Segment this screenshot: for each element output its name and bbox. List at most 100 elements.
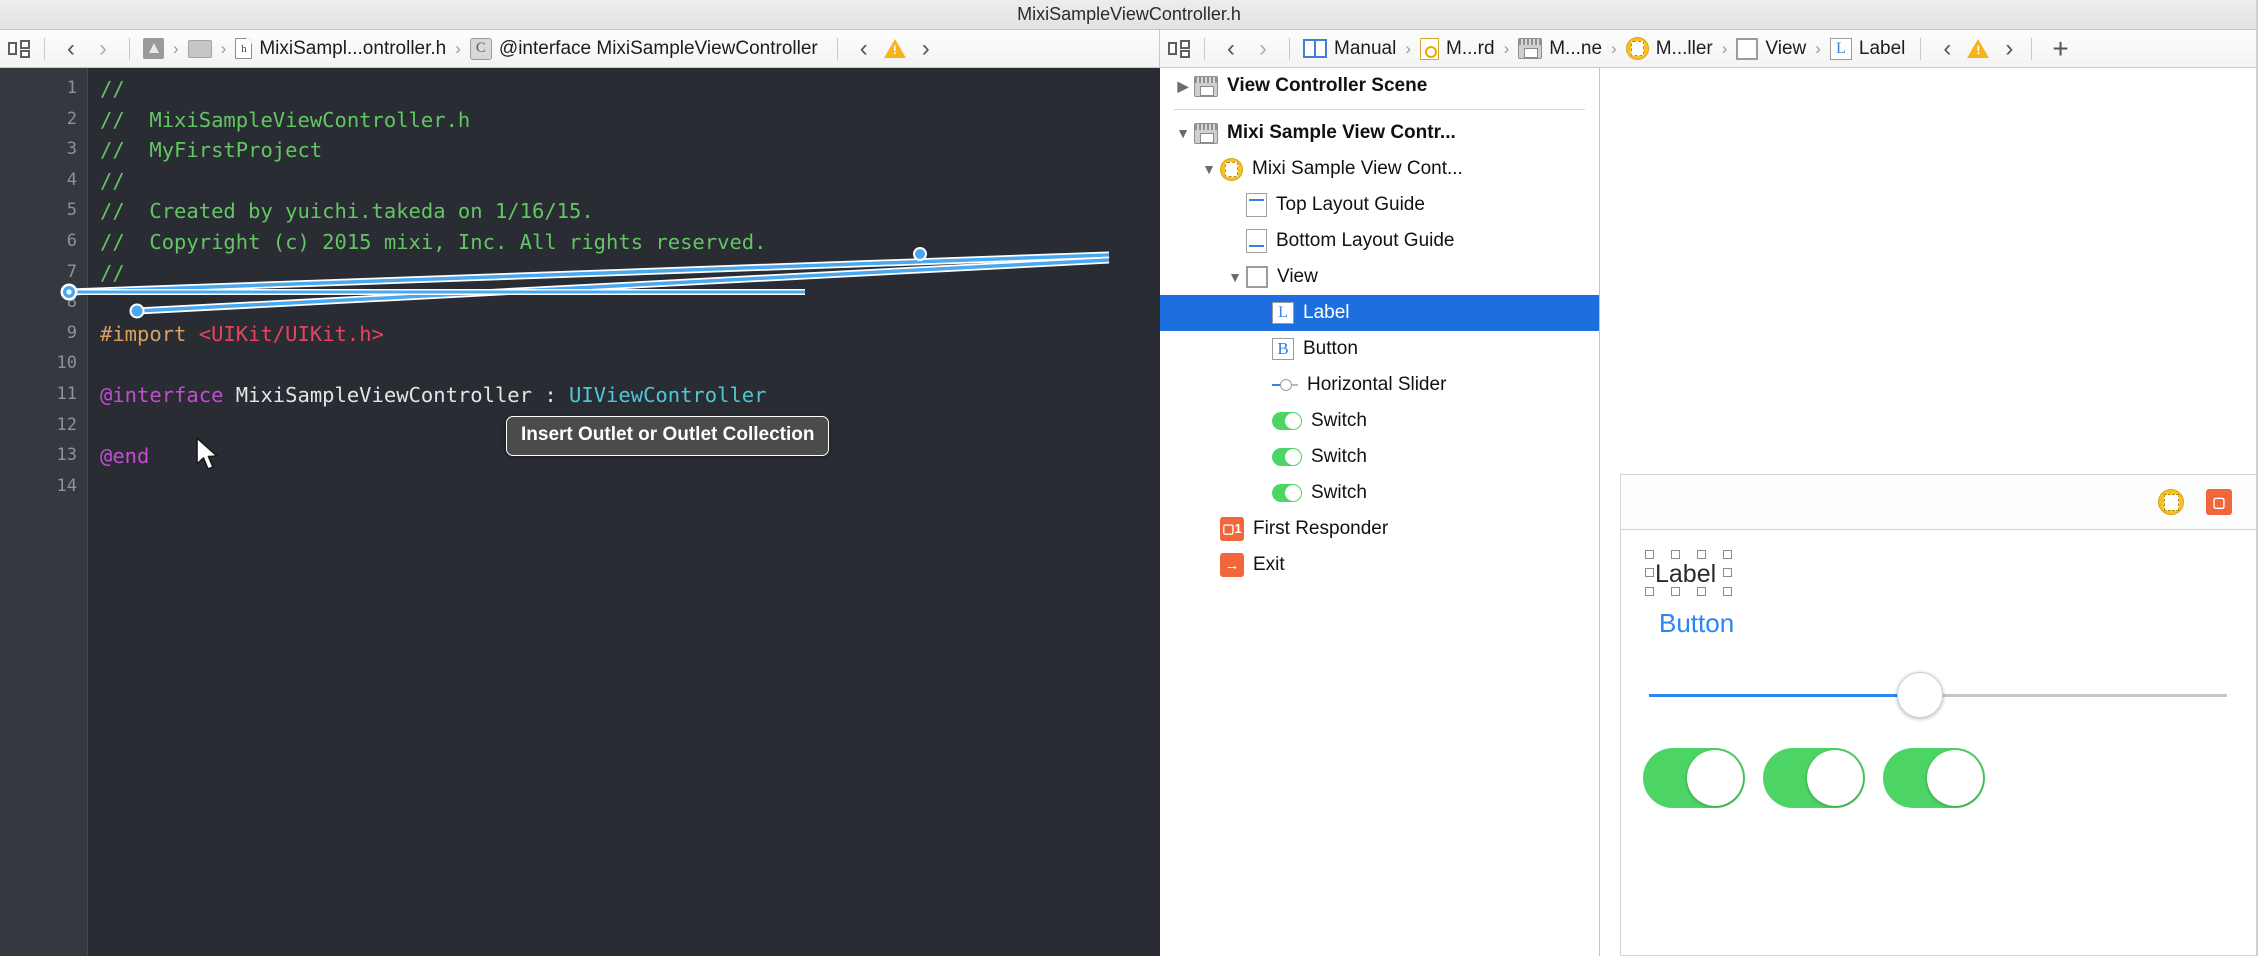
switch-icon <box>1272 484 1302 502</box>
code-line[interactable]: // MyFirstProject <box>88 135 1160 166</box>
disclosure-triangle-open-icon[interactable]: ▼ <box>1198 161 1220 177</box>
line-number: 9 <box>66 322 77 343</box>
code-line[interactable]: // Created by yuichi.takeda on 1/16/15. <box>88 196 1160 227</box>
code-line[interactable] <box>88 288 1160 319</box>
outline-item-label: Horizontal Slider <box>1307 374 1447 395</box>
outline-item-view[interactable]: ▼ View <box>1160 259 1599 295</box>
outline-item-view-controller-scene[interactable]: ▶ View Controller Scene <box>1160 68 1599 104</box>
related-items-icon[interactable] <box>1164 35 1194 63</box>
assistant-editor-icon[interactable] <box>4 35 34 63</box>
line-number: 7 <box>66 261 77 282</box>
forward-button[interactable]: › <box>1247 35 1279 63</box>
code-token: // MyFirstProject <box>100 138 323 163</box>
outline-item-mixi-sample-view-cont[interactable]: ▼ Mixi Sample View Cont... <box>1160 151 1599 187</box>
view-controller-icon[interactable] <box>2158 489 2184 515</box>
canvas-horizontal-slider[interactable] <box>1649 672 2227 718</box>
canvas-button[interactable]: Button <box>1659 608 1734 639</box>
previous-issue-button[interactable]: ‹ <box>1931 35 1963 63</box>
line-number: 14 <box>56 475 77 496</box>
slider-icon <box>1272 377 1298 393</box>
scene-icon <box>1194 75 1218 97</box>
outline-item-first-responder[interactable]: ▢1 First Responder <box>1160 511 1599 547</box>
line-number: 13 <box>56 445 77 466</box>
outline-item-label: View <box>1277 266 1318 287</box>
breadcrumb-scene[interactable]: M...ne <box>1515 36 1605 62</box>
outline-item-horizontal-slider[interactable]: Horizontal Slider <box>1160 367 1599 403</box>
line-number-gutter[interactable]: 1 2 3 4 5 6 7 8 9 10 11 12 13 14 <box>0 68 88 956</box>
outline-item-switch[interactable]: Switch <box>1160 403 1599 439</box>
breadcrumb-view-controller[interactable]: M...ller <box>1623 35 1716 62</box>
line-number: 6 <box>66 231 77 251</box>
code-line[interactable] <box>88 349 1160 380</box>
code-token: UIViewController <box>569 382 767 407</box>
outline-item-button[interactable]: B Button <box>1160 331 1599 367</box>
outline-item-switch[interactable]: Switch <box>1160 439 1599 475</box>
outline-item-label: View Controller Scene <box>1227 75 1428 96</box>
disclosure-triangle-closed-icon[interactable]: ▶ <box>1172 78 1194 95</box>
back-button[interactable]: ‹ <box>55 35 87 63</box>
breadcrumb-file[interactable]: h MixiSampl...ontroller.h <box>232 36 449 62</box>
outline-item-bottom-layout-guide[interactable]: Bottom Layout Guide <box>1160 223 1599 259</box>
divider <box>129 37 130 60</box>
breadcrumb-manual[interactable]: Manual <box>1300 36 1399 62</box>
connection-tooltip: Insert Outlet or Outlet Collection <box>506 416 830 456</box>
jump-bars-row: ‹ › › › h MixiSampl...ontroller.h › C @i… <box>0 30 2258 68</box>
folder-icon <box>187 39 212 58</box>
scene-icon <box>1194 122 1218 144</box>
outline-item-label[interactable]: L Label <box>1160 295 1599 331</box>
line-number: 4 <box>66 169 77 190</box>
left-jump-bar: ‹ › › › h MixiSampl...ontroller.h › C @i… <box>0 30 1160 68</box>
breadcrumb-symbol[interactable]: C @interface MixiSampleViewController <box>467 36 821 62</box>
outline-item-switch[interactable]: Switch <box>1160 475 1599 511</box>
code-line[interactable]: // Copyright (c) 2015 mixi, Inc. All rig… <box>88 227 1160 258</box>
divider <box>836 37 838 60</box>
breadcrumb-view[interactable]: View <box>1733 36 1809 62</box>
disclosure-triangle-open-icon[interactable]: ▼ <box>1172 125 1194 141</box>
interface-builder-canvas[interactable]: ▢ Label Button <box>1600 68 2258 956</box>
canvas-label[interactable]: Label <box>1655 560 1716 589</box>
back-button[interactable]: ‹ <box>1215 35 1247 63</box>
code-line[interactable] <box>88 472 1160 503</box>
code-line[interactable]: // <box>88 258 1160 289</box>
document-outline-panel[interactable]: ▶ View Controller Scene ▼ Mixi Sample View … <box>1160 68 1600 956</box>
warning-triangle-icon[interactable] <box>1963 35 1993 63</box>
breadcrumb-storyboard[interactable]: M...rd <box>1417 36 1498 62</box>
code-line[interactable]: #import <UIKit/UIKit.h> <box>88 319 1160 350</box>
previous-issue-button[interactable]: ‹ <box>848 35 880 63</box>
outline-item-exit[interactable]: → Exit <box>1160 547 1599 583</box>
exit-icon: → <box>1220 553 1244 577</box>
slider-knob[interactable] <box>1897 672 1943 718</box>
breadcrumb-label[interactable]: L Label <box>1827 36 1909 62</box>
line-number: 8 <box>66 292 77 313</box>
add-editor-button[interactable]: + <box>2038 33 2082 64</box>
chevron-right-icon: › <box>1815 38 1821 58</box>
breadcrumb-project[interactable] <box>140 36 167 61</box>
code-line[interactable]: // <box>88 74 1160 105</box>
warning-triangle-icon[interactable] <box>880 35 910 63</box>
code-editor[interactable]: 1 2 3 4 5 6 7 8 9 10 11 12 13 14 //// MixiSampleViewC… <box>0 68 1160 956</box>
first-responder-icon[interactable]: ▢ <box>2206 489 2232 515</box>
disclosure-triangle-open-icon[interactable]: ▼ <box>1224 269 1246 285</box>
code-line[interactable]: // <box>88 166 1160 197</box>
breadcrumb-folder[interactable] <box>185 38 215 60</box>
next-issue-button[interactable]: › <box>1993 35 2025 63</box>
code-line[interactable]: @interface MixiSampleViewController : UI… <box>88 380 1160 411</box>
slider-empty-track <box>1915 694 2227 697</box>
breadcrumb-view-controller-label: M...ller <box>1655 37 1713 59</box>
forward-button[interactable]: › <box>87 35 119 63</box>
code-token: // MixiSampleViewController.h <box>100 107 471 132</box>
scene-dock[interactable]: ▢ <box>1620 474 2258 530</box>
view-controller-icon <box>1220 157 1243 181</box>
outline-item-top-layout-guide[interactable]: Top Layout Guide <box>1160 187 1599 223</box>
chevron-right-icon: › <box>173 38 179 58</box>
scene-icon <box>1518 38 1543 59</box>
scene-view[interactable]: Label Button <box>1620 530 2258 956</box>
canvas-switch-3[interactable] <box>1883 748 1985 808</box>
outline-item-mixi-sample-view-contr[interactable]: ▼ Mixi Sample View Contr... <box>1160 115 1599 151</box>
outline-item-label: Bottom Layout Guide <box>1276 230 1455 251</box>
next-issue-button[interactable]: › <box>910 35 942 63</box>
source-code-area[interactable]: // // MixiSampleViewController.h // MyFirs… <box>88 68 1160 956</box>
canvas-switch-1[interactable] <box>1643 748 1745 808</box>
canvas-switch-2[interactable] <box>1763 748 1865 808</box>
code-line[interactable]: // MixiSampleViewController.h <box>88 105 1160 136</box>
